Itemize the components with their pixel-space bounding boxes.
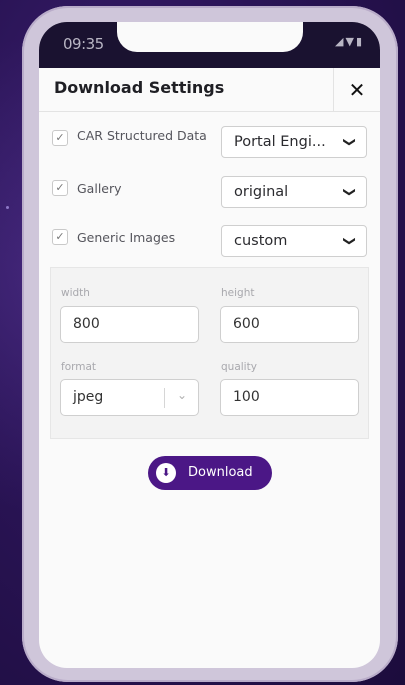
dialog-title: Download Settings [54,78,225,97]
checkmark-icon: ✓ [55,131,65,144]
quality-label: quality [221,361,257,373]
height-value: 600 [233,316,260,332]
status-bar: 09:35 ◢▼▮ [39,22,380,68]
format-label: format [61,361,97,373]
width-value: 800 [73,316,100,332]
checkbox-generic-images[interactable]: ✓ [52,229,68,245]
quality-input[interactable]: 100 [220,379,359,416]
option-label: CAR Structured Data [77,128,207,143]
height-label: height [221,287,255,299]
background-star [6,206,9,209]
select-value: custom [234,233,288,249]
option-row-car-structured-data: ✓ CAR Structured Data Portal Engi... ❯ [39,126,380,162]
chevron-down-icon: ❯ [342,136,357,148]
height-input[interactable]: 600 [220,306,359,343]
phone-notch [117,22,303,52]
close-button[interactable]: ✕ [333,68,380,111]
width-label: width [61,287,90,299]
signal-icon: ◢ [335,35,346,48]
checkmark-icon: ✓ [55,230,65,243]
battery-icon: ▮ [355,35,364,48]
option-label: Gallery [77,181,122,196]
checkbox-gallery[interactable]: ✓ [52,180,68,196]
custom-settings-panel: width 800 height 600 format jpeg ⌄ quali… [50,267,369,439]
format-value: jpeg [73,389,104,405]
width-input[interactable]: 800 [60,306,199,343]
wifi-icon: ▼ [345,35,356,48]
close-icon: ✕ [348,77,366,102]
status-time: 09:35 [63,35,104,53]
status-icons: ◢▼▮ [335,35,364,48]
download-circle-icon: ⬇ [156,463,176,483]
select-car-structured-data[interactable]: Portal Engi... ❯ [221,126,367,158]
download-button[interactable]: ⬇ Download [148,456,272,490]
checkmark-icon: ✓ [55,181,65,194]
option-row-gallery: ✓ Gallery original ❯ [39,176,380,212]
select-divider [164,388,165,408]
select-value: Portal Engi... [234,134,326,150]
select-generic-images[interactable]: custom ❯ [221,225,367,257]
format-select[interactable]: jpeg ⌄ [60,379,199,416]
select-gallery[interactable]: original ❯ [221,176,367,208]
option-label: Generic Images [77,230,176,245]
chevron-down-icon: ❯ [342,186,357,198]
checkbox-car-structured-data[interactable]: ✓ [52,130,68,146]
chevron-down-icon: ❯ [342,235,357,247]
dialog-header: Download Settings ✕ [39,68,380,112]
chevron-down-icon: ⌄ [176,388,187,402]
download-label: Download [188,465,253,480]
option-row-generic-images: ✓ Generic Images custom ❯ [39,225,380,261]
phone-screen: 09:35 ◢▼▮ Download Settings ✕ ✓ CAR Stru… [39,22,380,668]
quality-value: 100 [233,389,260,405]
select-value: original [234,184,289,200]
